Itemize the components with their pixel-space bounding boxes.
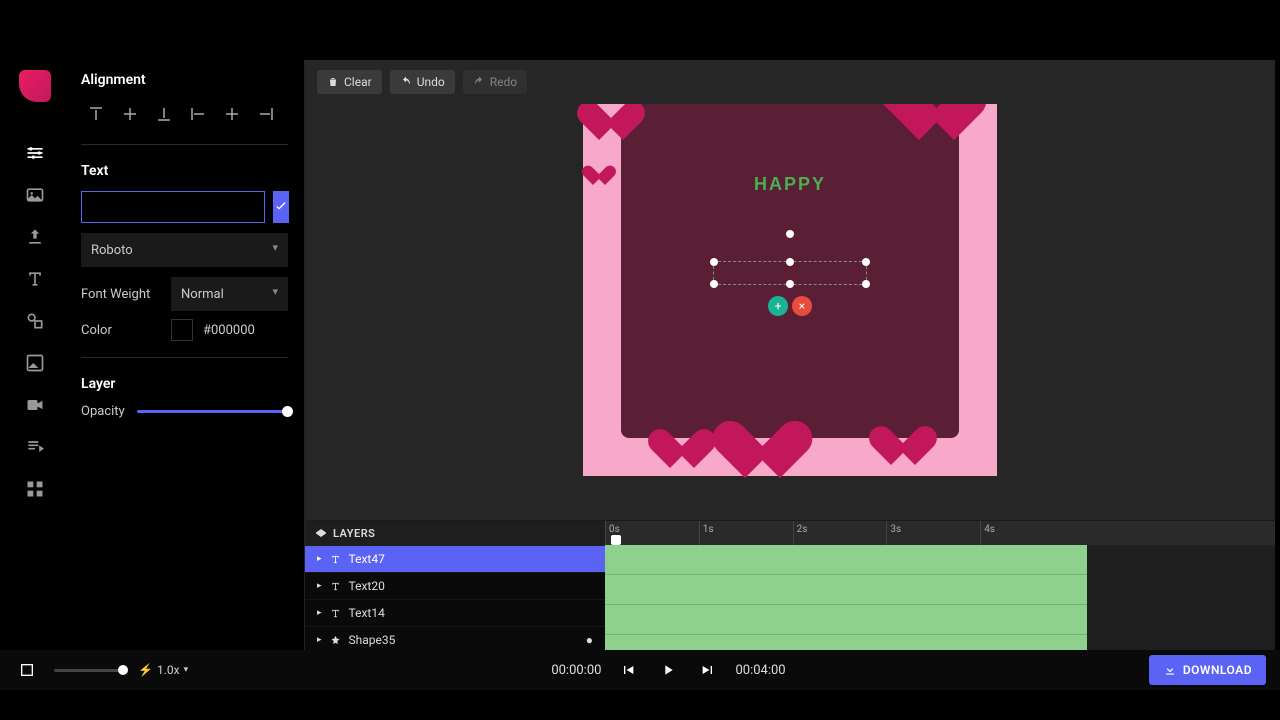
alignment-heading: Alignment bbox=[81, 72, 288, 88]
download-button[interactable]: DOWNLOAD bbox=[1149, 655, 1266, 685]
font-weight-select[interactable]: Normal bbox=[171, 277, 288, 311]
fit-icon[interactable] bbox=[14, 657, 40, 683]
layer-row[interactable]: ▸Text20 bbox=[305, 573, 605, 600]
canvas-area: Clear Undo Redo HAPPY bbox=[305, 60, 1275, 520]
redo-button[interactable]: Redo bbox=[463, 70, 527, 94]
heart-icon bbox=[888, 104, 912, 114]
color-label: Color bbox=[81, 323, 161, 338]
zoom-slider[interactable] bbox=[54, 669, 124, 672]
design-canvas[interactable]: HAPPY + × bbox=[583, 104, 997, 476]
layer-row[interactable]: ▸Text47 bbox=[305, 546, 605, 573]
timeline[interactable]: 0s 1s 2s 3s 4s bbox=[605, 521, 1275, 670]
current-time: 00:00:00 bbox=[551, 663, 601, 678]
settings-icon[interactable] bbox=[24, 142, 46, 164]
layer-row[interactable]: ▸Text14 bbox=[305, 600, 605, 627]
heart-icon bbox=[889, 427, 937, 471]
total-time: 00:04:00 bbox=[735, 663, 785, 678]
undo-button[interactable]: Undo bbox=[390, 70, 455, 94]
media-icon[interactable] bbox=[24, 184, 46, 206]
opacity-slider[interactable] bbox=[137, 410, 288, 413]
opacity-label: Opacity bbox=[81, 404, 125, 419]
clear-button[interactable]: Clear bbox=[317, 70, 382, 94]
playback-speed[interactable]: ⚡1.0x▾ bbox=[138, 663, 188, 677]
align-hcenter-button[interactable] bbox=[217, 100, 247, 128]
properties-panel: Alignment Text Roboto Font Weight Normal… bbox=[65, 60, 305, 670]
rotate-handle[interactable] bbox=[786, 230, 794, 238]
playhead[interactable] bbox=[611, 535, 621, 545]
grid-icon[interactable] bbox=[24, 478, 46, 500]
selection-box[interactable]: + × bbox=[713, 261, 867, 285]
upload-icon[interactable] bbox=[24, 226, 46, 248]
color-value: #000000 bbox=[203, 323, 255, 338]
heart-icon bbox=[917, 104, 987, 148]
time-ruler[interactable]: 0s 1s 2s 3s 4s bbox=[605, 521, 1275, 545]
layer-heading: Layer bbox=[81, 376, 288, 392]
layers-panel: LAYERS ▸Text47 ▸Text20 ▸Text14 ▸Shape35● bbox=[305, 521, 605, 670]
timeline-clip[interactable] bbox=[605, 545, 1087, 575]
align-right-button[interactable] bbox=[251, 100, 281, 128]
font-family-select[interactable]: Roboto bbox=[81, 233, 288, 267]
audio-icon[interactable] bbox=[24, 436, 46, 458]
font-weight-label: Font Weight bbox=[81, 287, 161, 302]
tool-sidebar bbox=[5, 60, 65, 670]
color-swatch[interactable] bbox=[171, 319, 193, 341]
text-heading: Text bbox=[81, 163, 288, 179]
skip-end-button[interactable] bbox=[695, 657, 721, 683]
app-logo bbox=[19, 70, 51, 102]
heart-icon bbox=[743, 422, 813, 486]
text-tool-icon[interactable] bbox=[24, 268, 46, 290]
canvas-text-happy: HAPPY bbox=[583, 174, 997, 195]
align-top-button[interactable] bbox=[81, 100, 111, 128]
video-icon[interactable] bbox=[24, 394, 46, 416]
layers-header: LAYERS bbox=[305, 521, 605, 546]
shapes-icon[interactable] bbox=[24, 310, 46, 332]
text-content-input[interactable] bbox=[81, 191, 265, 223]
heart-icon bbox=[668, 430, 716, 474]
timeline-clip[interactable] bbox=[605, 605, 1087, 635]
image-icon[interactable] bbox=[24, 352, 46, 374]
timeline-clip[interactable] bbox=[605, 575, 1087, 605]
delete-element-button[interactable]: × bbox=[792, 296, 812, 316]
align-bottom-button[interactable] bbox=[149, 100, 179, 128]
heart-icon bbox=[597, 104, 645, 146]
apply-text-button[interactable] bbox=[273, 191, 289, 223]
align-left-button[interactable] bbox=[183, 100, 213, 128]
skip-start-button[interactable] bbox=[615, 657, 641, 683]
play-button[interactable] bbox=[655, 657, 681, 683]
playback-bar: ⚡1.0x▾ 00:00:00 00:04:00 DOWNLOAD bbox=[0, 650, 1280, 690]
align-vcenter-button[interactable] bbox=[115, 100, 145, 128]
add-element-button[interactable]: + bbox=[768, 296, 788, 316]
